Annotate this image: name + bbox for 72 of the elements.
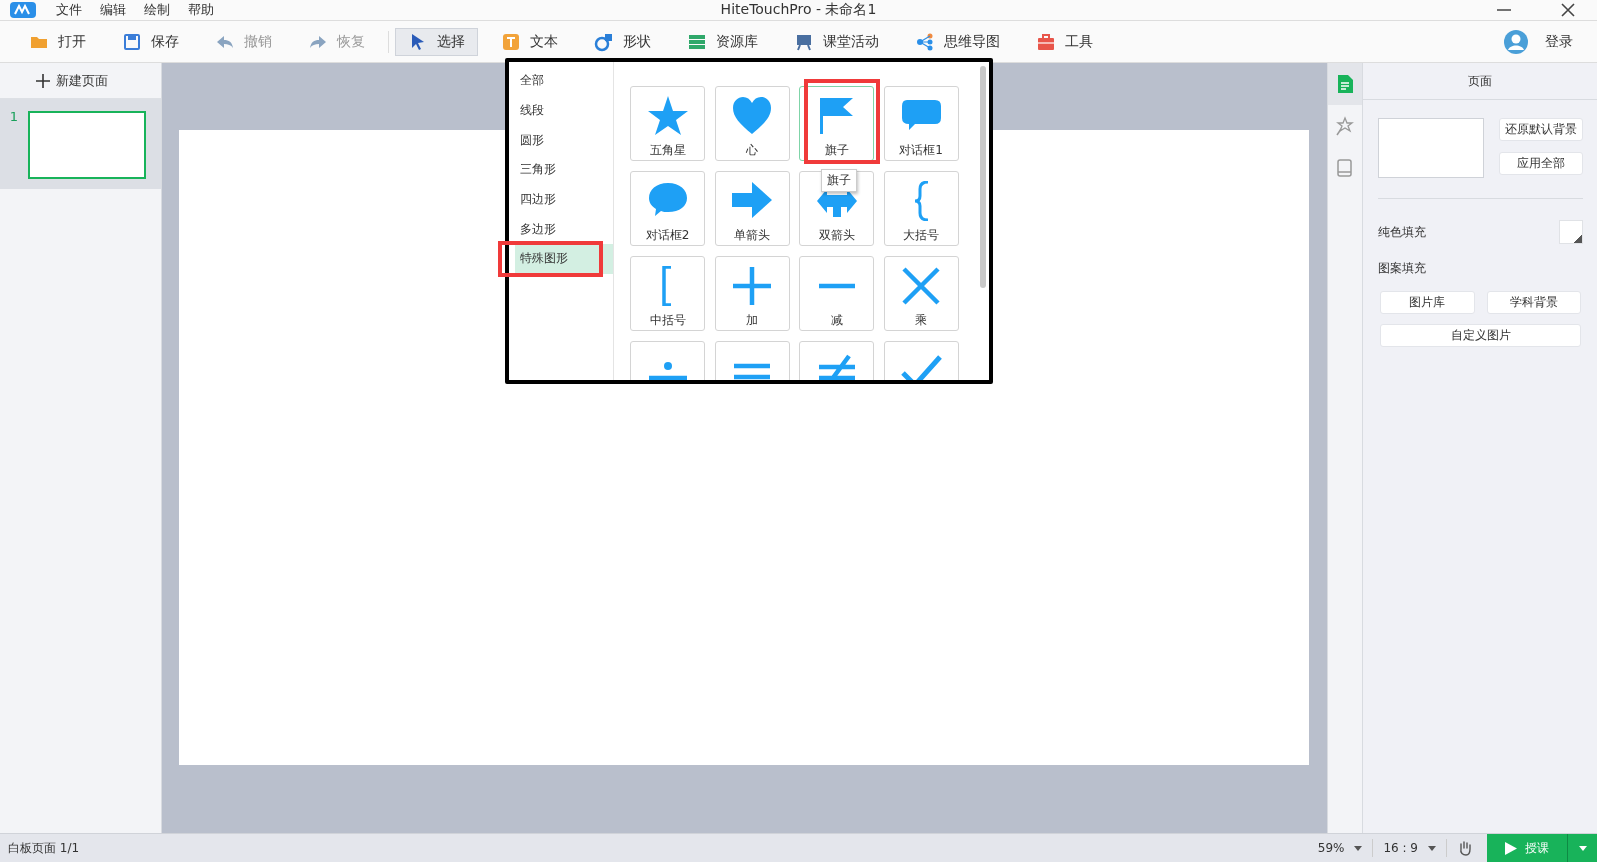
menu-item[interactable]: 帮助: [188, 1, 214, 19]
toolbar-button[interactable]: 工具: [1023, 27, 1106, 56]
category-item[interactable]: 全部: [509, 66, 613, 96]
menu-item[interactable]: 编辑: [100, 1, 126, 19]
color-swatch[interactable]: [1559, 220, 1583, 244]
caret-icon: [1428, 845, 1436, 851]
toolbar-button[interactable]: 打开: [16, 27, 99, 56]
mindmap-icon: [915, 31, 935, 52]
shape-tile[interactable]: 大括号: [883, 171, 959, 246]
user-avatar-icon[interactable]: [1503, 28, 1529, 55]
category-item[interactable]: 特殊图形: [515, 244, 613, 274]
shape-tile[interactable]: 对话框1: [883, 86, 959, 161]
menu-item[interactable]: 文件: [56, 1, 82, 19]
minus-icon: [817, 283, 856, 289]
pattern-button[interactable]: 学科背景: [1486, 291, 1581, 314]
shape-tile[interactable]: 加: [714, 256, 790, 331]
pattern-button[interactable]: 图片库: [1380, 291, 1475, 314]
magic-wand-icon: [1336, 116, 1354, 136]
tooltip: 旗子: [821, 169, 857, 192]
ratio-dropdown[interactable]: 16 : 9: [1373, 839, 1447, 857]
start-dropdown-button[interactable]: [1567, 834, 1597, 862]
page-number: 1: [8, 109, 20, 124]
toolbar-button[interactable]: 选择: [395, 27, 478, 56]
category-item[interactable]: 四边形: [509, 184, 613, 215]
equals-icon: [732, 362, 772, 380]
document-icon: [1336, 74, 1354, 94]
brace-icon: [912, 181, 930, 221]
background-button[interactable]: 应用全部: [1499, 152, 1583, 175]
category-item[interactable]: 线段: [509, 95, 613, 126]
page-thumbnail[interactable]: [28, 111, 146, 179]
category-item[interactable]: 圆形: [509, 125, 613, 156]
scrollbar[interactable]: [980, 66, 986, 288]
play-icon: [1505, 841, 1517, 855]
menu-item[interactable]: 绘制: [144, 1, 170, 19]
solid-fill-label: 纯色填充: [1378, 223, 1426, 241]
shape-tile[interactable]: 减: [799, 256, 874, 331]
caret-icon: [1354, 845, 1363, 851]
close-icon[interactable]: [1561, 3, 1575, 17]
panel-title: 页面: [1363, 63, 1597, 100]
shape-tile[interactable]: 心: [714, 86, 790, 161]
toolbar-button[interactable]: 思维导图: [902, 27, 1013, 56]
toolbar-button[interactable]: 保存: [109, 27, 192, 56]
not-equal-icon: [816, 354, 857, 380]
toolbar-button[interactable]: 文本: [488, 27, 571, 56]
caret-icon: [1578, 845, 1587, 851]
zoom-dropdown[interactable]: 59%: [1307, 839, 1374, 857]
category-item[interactable]: 多边形: [509, 214, 613, 245]
book-icon: [1336, 158, 1354, 178]
shape-tile[interactable]: 乘: [883, 256, 959, 331]
plus-icon: [36, 73, 50, 88]
custom-image-button[interactable]: 自定义图片: [1380, 324, 1581, 347]
toolbar-button[interactable]: 资源库: [674, 27, 771, 56]
plus-icon: [730, 264, 774, 308]
toolbar-button[interactable]: 课堂活动: [781, 27, 892, 56]
text-icon: [501, 31, 521, 52]
login-link[interactable]: 登录: [1545, 32, 1573, 51]
shapes-icon: [594, 31, 614, 52]
bracket-icon: [662, 266, 673, 306]
divide-icon: [647, 361, 688, 380]
shape-tile[interactable]: 对话框2: [630, 171, 705, 246]
shape-tile[interactable]: 单箭头: [714, 171, 790, 246]
shape-tile[interactable]: 中括号: [630, 256, 705, 331]
pattern-fill-label: 图案填充: [1378, 260, 1427, 277]
hand-icon[interactable]: [1457, 840, 1473, 856]
category-item[interactable]: 三角形: [509, 155, 613, 185]
window-title: HiteTouchPro - 未命名1: [720, 1, 877, 19]
toolbox-icon: [1036, 31, 1056, 52]
background-button[interactable]: 还原默认背景: [1499, 118, 1583, 141]
shape-tile[interactable]: 五角星: [630, 86, 705, 161]
page-info: 白板页面 1/1: [8, 839, 80, 857]
side-tab[interactable]: [1328, 63, 1362, 105]
toolbar-button[interactable]: 形状: [581, 27, 664, 56]
